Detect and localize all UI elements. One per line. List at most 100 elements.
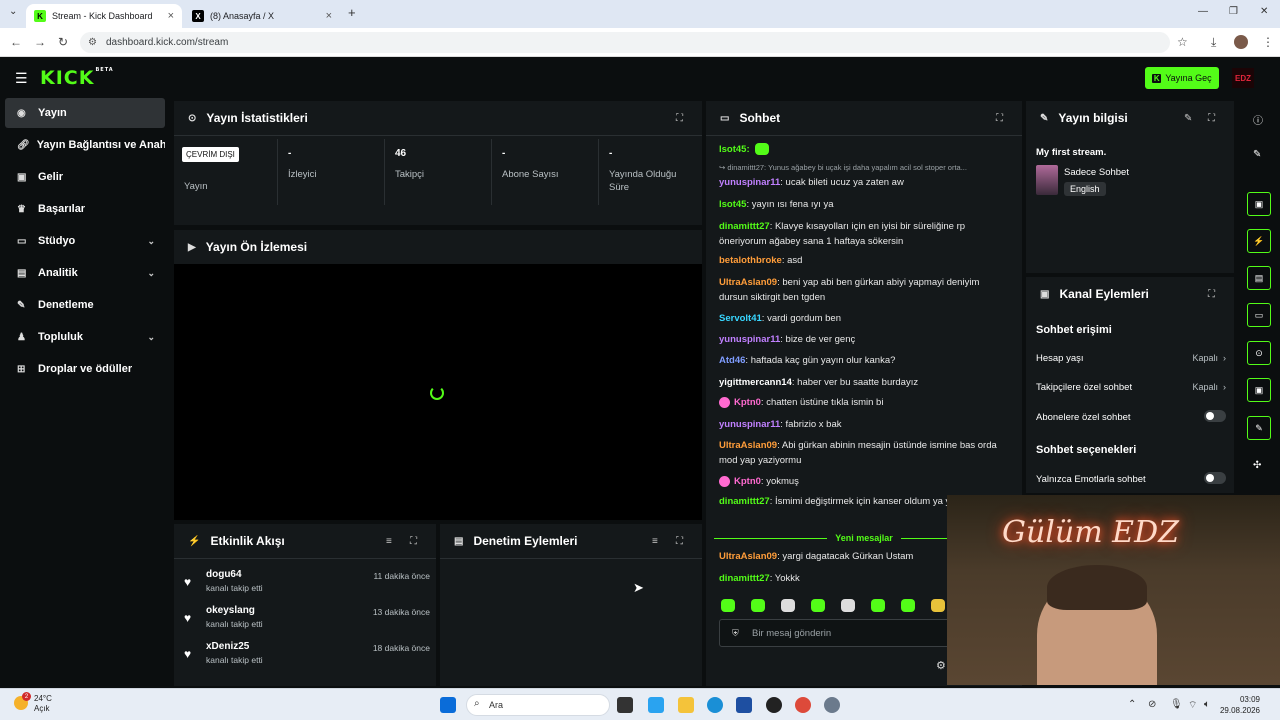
expand-icon[interactable]: ⛶ <box>676 113 683 124</box>
tab-kick-dashboard[interactable]: K Stream - Kick Dashboard × <box>26 4 182 28</box>
obs-icon[interactable] <box>766 697 782 713</box>
rail-list-button[interactable]: ▤ <box>1247 266 1271 290</box>
info-icon[interactable]: ⓘ <box>1253 112 1263 127</box>
rail-video-button[interactable]: ▣ <box>1247 192 1271 216</box>
edge-icon[interactable] <box>707 697 723 713</box>
emote-icon[interactable] <box>811 599 825 612</box>
chat-username[interactable]: dinamittt27 <box>719 496 770 507</box>
hamburger-menu-icon[interactable]: ☰ <box>15 70 28 87</box>
tab-x[interactable]: X (8) Anasayfa / X × <box>184 4 340 28</box>
chat-username[interactable]: yunuspinar11 <box>719 177 780 188</box>
emote-icon[interactable] <box>871 599 885 612</box>
emote-icon[interactable] <box>751 599 765 612</box>
download-icon[interactable]: ⤓ <box>1211 35 1216 50</box>
sidebar-item-studio[interactable]: ▭ Stüdyo ⌄ <box>5 226 165 256</box>
site-info-icon[interactable]: ⚙ <box>88 37 97 48</box>
sidebar-item-achievements[interactable]: ♛ Başarılar <box>5 194 165 224</box>
sidebar-item-revenue[interactable]: ▣ Gelir <box>5 162 165 192</box>
feed-user[interactable]: dogu64 <box>206 569 242 580</box>
rail-lightning-button[interactable]: ⚡ <box>1247 229 1271 253</box>
chat-username[interactable]: lsot45 <box>719 199 746 210</box>
rail-channel-button[interactable]: ▣ <box>1247 378 1271 402</box>
chat-username[interactable]: Atd46 <box>719 355 745 366</box>
expand-icon[interactable]: ⛶ <box>410 536 417 547</box>
chat-username[interactable]: betalothbroke <box>719 255 782 266</box>
chat-username[interactable]: yunuspinar11 <box>719 334 780 345</box>
file-explorer-icon[interactable] <box>678 697 694 713</box>
new-tab-icon[interactable]: + <box>348 5 356 20</box>
emote-icon[interactable] <box>721 599 735 612</box>
kick-logo[interactable]: KICKBETA <box>40 67 114 89</box>
chrome-icon[interactable] <box>795 697 811 713</box>
emote-icon[interactable] <box>901 599 915 612</box>
chat-username[interactable]: Servolt41 <box>719 313 762 324</box>
filter-icon[interactable]: ≡ <box>652 536 658 547</box>
taskbar-search[interactable]: ⌕ Ara <box>466 694 610 716</box>
chat-username[interactable]: UltraAslan09 <box>719 551 777 562</box>
emote-icon[interactable] <box>931 599 945 612</box>
wifi-icon[interactable]: ⌔ <box>1188 699 1197 712</box>
filter-icon[interactable]: ≡ <box>386 536 392 547</box>
rail-wrench-button[interactable]: ✎ <box>1247 416 1271 440</box>
emote-icon[interactable] <box>841 599 855 612</box>
chat-settings-gear-icon[interactable]: ⚙ <box>936 659 946 672</box>
forward-icon[interactable]: → <box>34 35 46 49</box>
feed-user[interactable]: xDeniz25 <box>206 641 249 652</box>
settings-icon[interactable] <box>824 697 840 713</box>
rail-target-button[interactable]: ⊙ <box>1247 341 1271 365</box>
expand-icon[interactable]: ⛶ <box>1208 289 1215 300</box>
maximize-icon[interactable]: ❐ <box>1229 6 1238 17</box>
account-age-row[interactable]: Hesap yaşı Kapalı › <box>1036 353 1226 364</box>
expand-icon[interactable]: ⛶ <box>1208 113 1215 124</box>
chat-username[interactable]: UltraAslan09 <box>719 277 777 288</box>
volume-icon[interactable]: 🔈︎ <box>1204 699 1210 710</box>
edit-icon[interactable]: ✎ <box>1184 113 1192 124</box>
chat-username[interactable]: dinamittt27 <box>719 221 770 232</box>
task-view-icon[interactable] <box>617 697 633 713</box>
back-icon[interactable]: ← <box>10 35 22 49</box>
system-clock[interactable]: 03:09 29.08.2026 <box>1216 694 1260 716</box>
windows-start-icon[interactable] <box>440 697 456 713</box>
chat-username[interactable]: Kptn0 <box>734 476 761 487</box>
store-icon[interactable] <box>736 697 752 713</box>
tab-search-icon[interactable]: ⌄ <box>9 6 17 17</box>
sidebar-item-community[interactable]: ♟ Topluluk ⌄ <box>5 322 165 352</box>
edit-icon[interactable]: ✎ <box>1253 149 1261 160</box>
close-window-icon[interactable]: ✕ <box>1260 6 1268 17</box>
sidebar-item-moderation[interactable]: ✎ Denetleme <box>5 290 165 320</box>
chat-username[interactable]: lsot45: <box>719 144 750 155</box>
sidebar-item-drops[interactable]: ⊞ Droplar ve ödüller <box>5 354 165 384</box>
sidebar-item-analytics[interactable]: ▤ Analitik ⌄ <box>5 258 165 288</box>
sidebar-item-stream-key[interactable]: 🔗︎ Yayın Bağlantısı ve Anahtarı <box>5 130 165 160</box>
user-avatar[interactable]: EDZ <box>1232 68 1254 88</box>
bookmark-star-icon[interactable]: ☆ <box>1177 35 1188 49</box>
followers-only-row[interactable]: Takipçilere özel sohbet Kapalı › <box>1036 382 1226 393</box>
feed-action: kanalı takip etti <box>206 655 263 665</box>
go-live-button[interactable]: K Yayına Geç <box>1145 67 1219 89</box>
emote-icon[interactable] <box>781 599 795 612</box>
subs-only-toggle[interactable] <box>1204 410 1226 422</box>
expand-icon[interactable]: ⛶ <box>676 536 683 547</box>
url-field[interactable]: ⚙ dashboard.kick.com/stream <box>80 32 1170 53</box>
profile-avatar[interactable] <box>1234 35 1248 49</box>
copilot-icon[interactable] <box>648 697 664 713</box>
network-icon[interactable]: ⊘ <box>1148 699 1156 710</box>
microphone-icon[interactable]: 🎙︎ <box>1170 699 1183 710</box>
close-tab-icon[interactable]: × <box>326 10 332 22</box>
sidebar-item-stream[interactable]: ◉ Yayın <box>5 98 165 128</box>
tray-chevron-icon[interactable]: ⌃ <box>1128 699 1136 710</box>
chat-username[interactable]: dinamittt27 <box>719 573 770 584</box>
chat-username[interactable]: Kptn0 <box>734 397 761 408</box>
close-tab-icon[interactable]: × <box>168 10 174 22</box>
minimize-icon[interactable]: — <box>1198 6 1208 17</box>
rail-chat-button[interactable]: ▭ <box>1247 303 1271 327</box>
chat-username[interactable]: UltraAslan09 <box>719 440 777 451</box>
chat-username[interactable]: yigittmercann14 <box>719 377 792 388</box>
reload-icon[interactable]: ↻ <box>58 35 68 49</box>
chat-username[interactable]: yunuspinar11 <box>719 419 780 430</box>
menu-dots-icon[interactable]: ⋮ <box>1262 35 1274 49</box>
expand-icon[interactable]: ⛶ <box>996 113 1003 124</box>
feed-user[interactable]: okeyslang <box>206 605 255 616</box>
rail-more-icon[interactable]: ✣ <box>1253 460 1261 471</box>
emotes-only-toggle[interactable] <box>1204 472 1226 484</box>
